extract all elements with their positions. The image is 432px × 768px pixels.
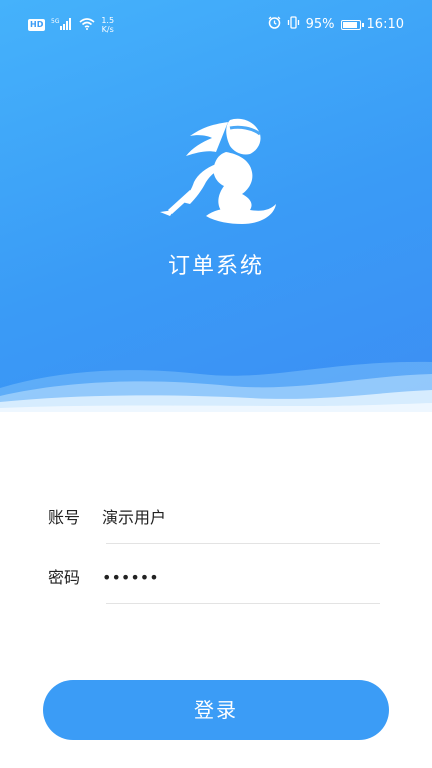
battery-icon [340, 19, 364, 30]
network-speed: 1.5 K/s [101, 16, 114, 34]
password-input[interactable]: •••••• [102, 566, 372, 590]
wave-decoration [0, 361, 432, 412]
signal-label: 5G [51, 18, 60, 25]
alarm-icon [268, 16, 281, 33]
hd-icon: HD [28, 19, 46, 31]
runner-logo-icon [160, 118, 276, 224]
network-speed-unit: K/s [101, 25, 114, 34]
status-right: 95% 16:10 [268, 16, 404, 33]
password-label: 密码 [48, 568, 81, 587]
password-underline [106, 603, 380, 604]
status-bar: HD 5G 1.5 K/s 95% 16:10 [0, 0, 432, 50]
network-speed-value: 1.5 [101, 16, 115, 25]
password-row: 密码 •••••• [48, 566, 380, 626]
status-left: HD 5G 1.5 K/s [28, 16, 114, 34]
wifi-icon [79, 17, 95, 33]
account-label: 账号 [48, 508, 81, 527]
app-title: 订单系统 [167, 254, 264, 279]
clock: 16:10 [366, 17, 404, 32]
battery-fill [342, 21, 357, 28]
battery-percent: 95% [305, 17, 335, 32]
account-input[interactable]: 演示用户 [102, 506, 372, 530]
account-row: 账号 演示用户 [48, 506, 380, 566]
vibrate-icon [287, 16, 300, 33]
header-banner: HD 5G 1.5 K/s 95% 16:10 订单系统 [0, 0, 432, 412]
account-underline [106, 543, 380, 544]
signal-icon: 5G [51, 17, 73, 33]
login-button[interactable]: 登录 [43, 680, 389, 740]
